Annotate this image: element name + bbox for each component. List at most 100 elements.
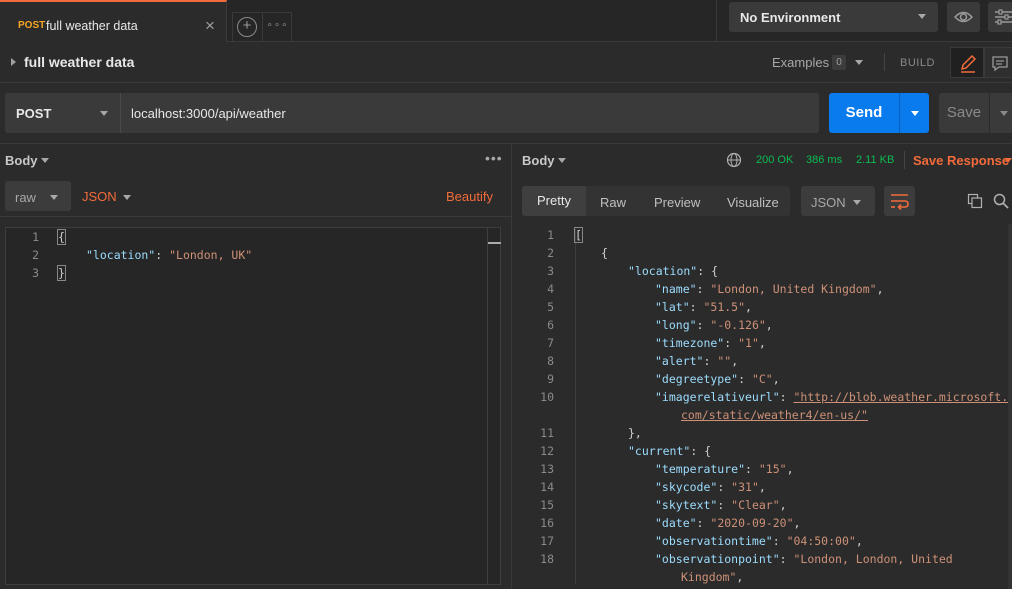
json-key: "skytext" xyxy=(655,498,718,512)
response-body-tab-label[interactable]: Body xyxy=(522,153,555,168)
send-options-button[interactable] xyxy=(899,93,929,133)
line-number: 9 xyxy=(547,372,554,386)
json-key: "location" xyxy=(86,248,156,262)
edit-mode-button[interactable] xyxy=(950,47,984,78)
json-key: "degreetype" xyxy=(655,372,739,386)
save-button[interactable]: Save xyxy=(939,93,989,133)
manage-environments-button[interactable] xyxy=(988,2,1012,32)
divider xyxy=(904,151,905,169)
body-mode-label: raw xyxy=(15,190,36,205)
code-line: "skytext": "Clear", xyxy=(655,498,787,512)
json-key: "temperature" xyxy=(655,462,746,476)
scrollbar[interactable] xyxy=(487,227,501,585)
json-brace: { xyxy=(57,229,66,245)
search-icon[interactable] xyxy=(993,193,1009,209)
code-line: [ xyxy=(574,227,583,243)
code-line: }, xyxy=(628,426,642,440)
environment-quick-look-button[interactable] xyxy=(947,2,980,32)
line-number: 16 xyxy=(540,516,554,530)
json-punctuation: : { xyxy=(690,444,712,458)
json-string: "31" xyxy=(731,480,759,494)
json-key: "imagerelativeurl" xyxy=(655,390,780,404)
json-string: "51.5" xyxy=(703,300,746,314)
line-number: 10 xyxy=(540,390,554,404)
json-key: "alert" xyxy=(655,354,704,368)
more-tabs-icon[interactable]: ∘∘∘ xyxy=(262,12,292,42)
json-string: "London, UK" xyxy=(169,248,253,262)
divider xyxy=(716,0,717,42)
json-key: "observationpoint" xyxy=(655,552,780,566)
code-line: "timezone": "1", xyxy=(655,336,766,350)
json-key: "timezone" xyxy=(655,336,725,350)
json-url-link[interactable]: "http://blob.weather.microsoft. xyxy=(793,390,1008,404)
examples-dropdown-label[interactable]: Examples xyxy=(772,55,829,70)
tab-preview[interactable]: Preview xyxy=(654,195,700,210)
json-string: "Clear" xyxy=(731,498,780,512)
chevron-down-icon xyxy=(911,111,919,116)
line-number: 7 xyxy=(547,336,554,350)
globe-icon[interactable] xyxy=(726,152,742,168)
new-tab-plus-icon[interactable]: + xyxy=(237,17,257,37)
copy-icon[interactable] xyxy=(967,193,983,209)
line-number: 11 xyxy=(540,426,554,440)
json-string: "C" xyxy=(751,372,773,386)
code-line: { xyxy=(601,246,608,260)
tab-raw[interactable]: Raw xyxy=(600,195,626,210)
scrollbar-thumb[interactable] xyxy=(488,242,501,244)
request-body-editor[interactable] xyxy=(5,227,501,585)
line-number: 13 xyxy=(540,462,554,476)
json-string: "" xyxy=(717,354,732,368)
comments-button[interactable] xyxy=(984,47,1012,78)
code-line: "date": "2020-09-20", xyxy=(655,516,801,530)
url-input[interactable]: localhost:3000/api/weather xyxy=(131,106,286,121)
chevron-down-icon[interactable] xyxy=(1004,158,1012,163)
line-number: 12 xyxy=(540,444,554,458)
json-url-link[interactable]: com/static/weather4/en-us/" xyxy=(681,408,868,422)
line-number: 1 xyxy=(32,230,39,244)
divider xyxy=(884,53,885,71)
scrollbar[interactable] xyxy=(1008,224,1012,589)
json-punctuation: : { xyxy=(697,264,719,278)
response-size[interactable]: 2.11 KB xyxy=(856,154,894,166)
body-format-select[interactable]: JSON xyxy=(82,189,117,204)
json-bracket: [ xyxy=(574,227,583,243)
json-string: "15" xyxy=(758,462,787,476)
json-string: "-0.126" xyxy=(710,318,766,332)
wrap-lines-button[interactable] xyxy=(884,186,915,216)
save-options-button[interactable] xyxy=(989,93,1012,133)
chevron-down-icon[interactable] xyxy=(41,158,49,163)
save-response-button[interactable]: Save Response xyxy=(913,153,1009,168)
chevron-down-icon[interactable] xyxy=(558,158,566,163)
line-number: 8 xyxy=(547,354,554,368)
http-method-label: POST xyxy=(16,106,52,121)
response-time[interactable]: 386 ms xyxy=(806,154,842,166)
line-number: 3 xyxy=(547,264,554,278)
build-mode-label[interactable]: BUILD xyxy=(900,57,935,69)
send-button[interactable]: Send xyxy=(829,93,899,133)
eye-icon xyxy=(953,11,974,23)
status-code[interactable]: 200 OK xyxy=(756,154,793,166)
code-line: "location": { xyxy=(628,264,718,278)
line-number: 4 xyxy=(547,282,554,296)
code-line: "observationtime": "04:50:00", xyxy=(655,534,863,548)
line-number: 6 xyxy=(547,318,554,332)
line-number: 5 xyxy=(547,300,554,314)
request-body-tab-label[interactable]: Body xyxy=(5,153,38,168)
tab-close-icon[interactable]: × xyxy=(205,16,215,36)
response-format-label: JSON xyxy=(811,195,846,210)
sliders-icon xyxy=(995,9,1012,25)
tab-pretty[interactable]: Pretty xyxy=(522,186,586,216)
request-name[interactable]: full weather data xyxy=(24,54,134,70)
line-number: 2 xyxy=(32,248,39,262)
code-line: "current": { xyxy=(628,444,711,458)
chevron-right-icon[interactable] xyxy=(11,58,16,66)
tab-visualize[interactable]: Visualize xyxy=(727,195,779,210)
code-line: "imagerelativeurl": "http://blob.weather… xyxy=(655,390,1009,404)
code-line: "name": "London, United Kingdom", xyxy=(655,282,884,296)
chevron-down-icon[interactable] xyxy=(855,60,863,65)
line-number: 3 xyxy=(32,266,39,280)
line-number: 18 xyxy=(540,552,554,566)
beautify-button[interactable]: Beautify xyxy=(446,189,493,204)
more-options-icon[interactable]: ••• xyxy=(485,150,503,166)
chevron-down-icon[interactable] xyxy=(123,195,131,200)
